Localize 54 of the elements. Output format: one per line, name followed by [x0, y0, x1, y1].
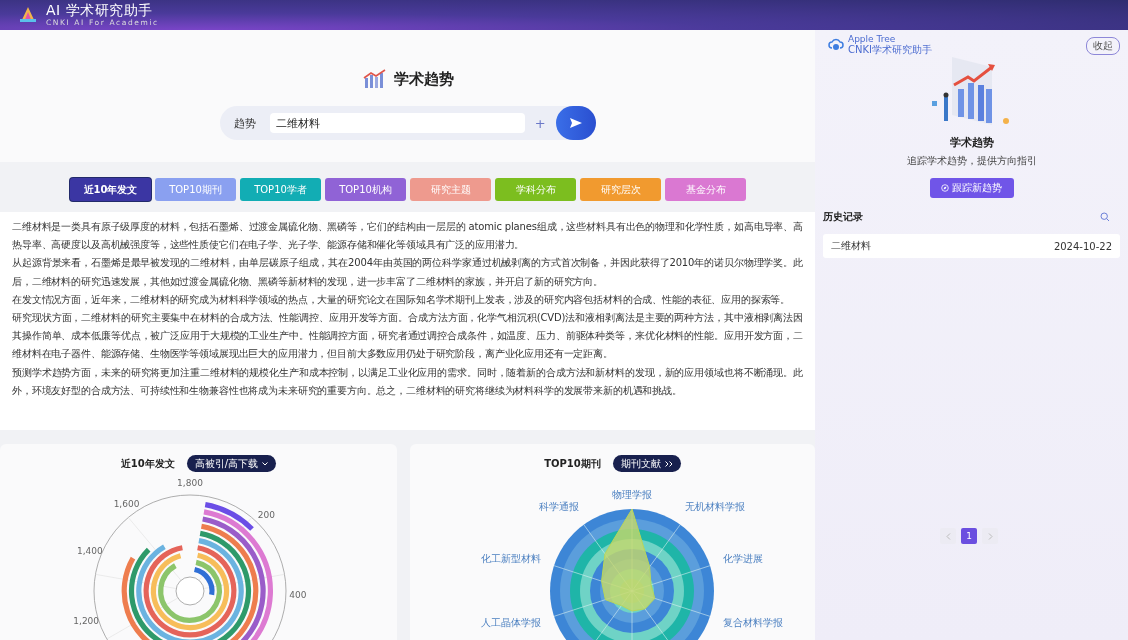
- add-icon[interactable]: +: [534, 115, 546, 131]
- chevron-right-icon: [987, 532, 993, 540]
- axis-label: 1,800: [177, 478, 203, 488]
- chart-title: 近10年发文: [120, 456, 175, 471]
- send-icon: [568, 117, 583, 129]
- page-title: 学术趋势: [393, 69, 454, 89]
- history-heading: 历史记录: [823, 210, 863, 224]
- track-trend-button[interactable]: 跟踪新趋势: [929, 178, 1014, 198]
- panel-subtitle: 追踪学术趋势，提供方向指引: [906, 154, 1037, 168]
- axis-label: 200: [257, 509, 275, 520]
- axis-label: 1,400: [77, 545, 103, 556]
- summary-paragraph: 预测学术趋势方面，未来的研究将更加注重二维材料的规模化生产和成本控制，以满足工业化应用的需求。同时，随着新的合成方法和新材料的发现，新的应用领域也将不断涌现。此外，环境友好型的合成方法、可持续性和生物兼容性也将成为未来研究的重要方向。总之，二维材料的研究将继续为材料科学的发展带来新的机遇和挑战。: [12, 365, 803, 398]
- tab[interactable]: 近10年发文: [70, 178, 151, 201]
- bar-chart-icon: [361, 68, 388, 90]
- chart-option-button[interactable]: 期刊文献: [612, 455, 681, 472]
- tab[interactable]: TOP10机构: [325, 178, 406, 201]
- send-button[interactable]: [555, 106, 596, 140]
- chart-option-button[interactable]: 高被引/高下载: [186, 455, 277, 472]
- history-item[interactable]: 二维材料 2024-10-22: [823, 234, 1120, 258]
- caret-icon: [262, 461, 269, 466]
- brand-name: Apple Tree: [848, 35, 897, 44]
- tab[interactable]: 基金分布: [665, 178, 746, 201]
- app-title: AI 学术研究助手: [46, 3, 154, 18]
- axis-label: 1,600: [113, 498, 140, 509]
- summary-paragraph: 在发文情况方面，近年来，二维材料的研究成为材料科学领域的热点，大量的研究论文在国际知名学术期刊上发表，涉及的研究内容包括材料的合成、性能的表征、应用的探索等。: [12, 292, 792, 307]
- summary-paragraph: 二维材料是一类具有原子级厚度的材料，包括石墨烯、过渡金属硫化物、黑磷等，它们的结构由一层层的 atomic planes组成，这些材料具有出色的物理和化学性质，如高电导率、高热导率、高硬度以及高机械强度等，这些性质使它们在电子学、光子学、能源存储和催化等领域具有广泛的应用潜力。: [12, 220, 803, 253]
- axis-label: 科学通报: [538, 500, 579, 512]
- axis-label: 物理学报: [612, 489, 652, 500]
- search-field[interactable]: 二维材料: [269, 113, 525, 133]
- search-bar[interactable]: 趋势 二维材料 +: [219, 106, 596, 140]
- compass-icon: [941, 184, 949, 192]
- brand-subtitle: CNKI学术研究助手: [848, 45, 932, 55]
- search-label: 趋势: [233, 115, 256, 131]
- search-icon[interactable]: [1100, 212, 1110, 222]
- page-button[interactable]: 1: [961, 528, 977, 544]
- cloud-logo-icon: [828, 38, 844, 52]
- double-chevron-icon: [664, 460, 673, 467]
- axis-label: 化学进展: [722, 552, 763, 564]
- axis-label: 复合材料学报: [722, 617, 783, 629]
- panel-title: 学术趋势: [949, 135, 994, 150]
- axis-label: 400: [289, 589, 307, 600]
- chevron-left-icon: [945, 532, 951, 540]
- axis-label: 化工新型材料: [481, 552, 542, 564]
- history-name: 二维材料: [831, 239, 871, 253]
- axis-label: 人工晶体学报: [481, 617, 542, 629]
- chart-title: TOP10期刊: [544, 456, 601, 471]
- tab[interactable]: TOP10学者: [240, 178, 321, 201]
- logo-icon: [18, 5, 38, 25]
- summary-paragraph: 从起源背景来看，石墨烯是最早被发现的二维材料，由单层碳原子组成，其在2004年由英国的两位科学家通过机械剥离的方式首次制备，并因此获得了2010年的诺贝尔物理学奖。此后，二维材料的研究迅速发展，其他如过渡金属硫化物、黑磷等新材料的发现，进一步丰富了二维材料的家族，并开启了新的研究方向。: [12, 256, 803, 289]
- collapse-button[interactable]: 收起: [1086, 37, 1120, 55]
- history-date: 2024-10-22: [1053, 240, 1112, 252]
- summary-paragraph: 研究现状方面，二维材料的研究主要集中在材料的合成方法、性能调控、应用开发等方面。合成方法方面，化学气相沉积(CVD)法和液相剥离法是主要的两种方法，其中液相剥离法因其操作简单、成本低廉等优点，被广泛应用于大规模的工业生产中。性能调控方面，研究者通过调控合成条件，如温度、压力、前驱体种类等，来优化材料的性能。应用开发方面，二维材料在电子器件、能源存储、生物医学等领域展现出巨大的应用潜力，但目前大多数应用仍处于研究阶段，离产业化应用还有一定距离。: [12, 311, 803, 362]
- axis-label: 1,200: [73, 615, 100, 626]
- axis-label: 无机材料学报: [685, 500, 746, 512]
